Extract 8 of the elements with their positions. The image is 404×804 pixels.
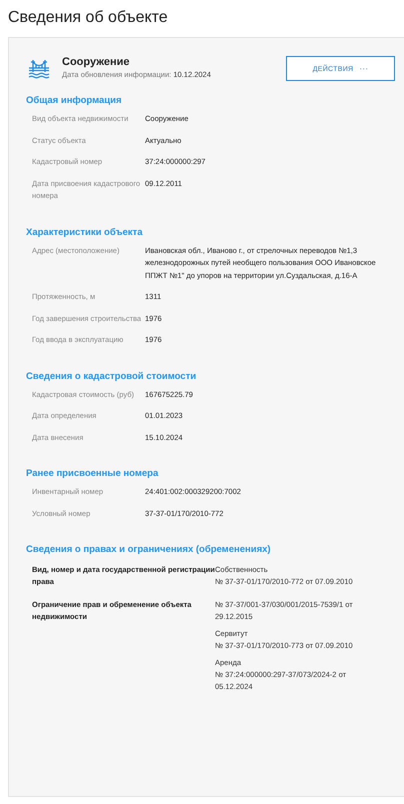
section-title: Общая информация — [26, 95, 123, 107]
page-title: Сведения об объекте — [7, 8, 169, 28]
bridge-icon — [28, 58, 50, 80]
section-title: Сведения о правах и ограничениях (обременениях) — [26, 544, 272, 556]
section-title: Сведения о кадастровой стоимости — [26, 370, 198, 382]
section-title: Характеристики объекта — [26, 226, 144, 238]
object-type: Сооружение — [62, 56, 131, 69]
section-title: Ранее присвоенные номера — [26, 468, 160, 480]
